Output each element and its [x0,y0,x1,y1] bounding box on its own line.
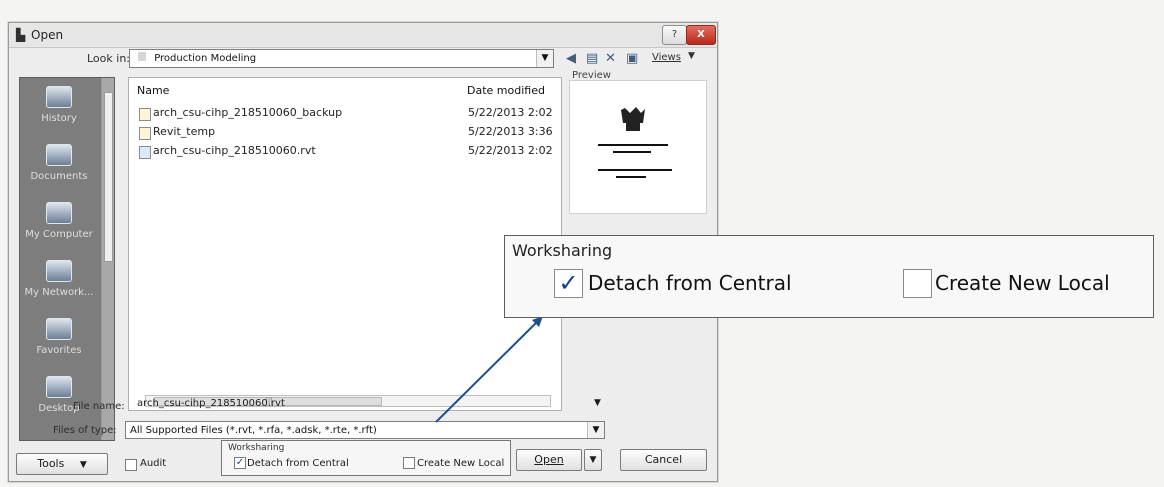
place-documents[interactable]: Documents [20,144,98,182]
look-in-value: Production Modeling [154,53,257,64]
callout-arrow [435,315,544,423]
place-label: My Computer [25,229,93,240]
tools-label: Tools [37,457,65,470]
look-in-label: Look in: [87,52,130,65]
worksharing-group: Worksharing ✓ Detach from Central Create… [221,440,511,476]
preview-text-line [616,176,646,178]
detach-from-central-checkbox[interactable]: ✓ [234,457,246,469]
views-menu[interactable]: Views [652,52,681,63]
close-button[interactable]: X [686,25,716,45]
file-date: 5/22/2013 2:02 PM [468,144,556,157]
callout-worksharing-title: Worksharing [512,241,613,260]
look-in-combo[interactable]: Production Modeling ▼ [129,49,554,68]
places-scroll-thumb[interactable] [104,92,113,262]
cancel-button[interactable]: Cancel [620,449,707,471]
place-label: My Network... [24,287,94,298]
name-column-header[interactable]: Name [137,84,169,97]
files-of-type-value: All Supported Files (*.rvt, *.rfa, *.ads… [130,425,377,436]
dialog-title: Open [31,28,64,42]
file-name-label: File name: [73,401,125,412]
callout-create-checkbox[interactable] [903,269,932,298]
back-icon[interactable]: ◀ [566,51,576,66]
preview-panel [569,80,707,214]
favorites-icon [46,318,72,340]
views-chevron-icon[interactable]: ▼ [688,51,695,61]
file-name-value: arch_csu-cihp_218510060.rvt [137,398,285,409]
up-folder-icon[interactable]: ▤ [586,51,598,66]
places-bar: History Documents My Computer My Network… [19,77,115,441]
revit-file-icon [139,146,151,159]
file-name-dropdown-icon[interactable]: ▼ [594,398,601,408]
place-label: History [41,113,77,124]
network-icon [46,260,72,282]
files-of-type-label: Files of type: [53,425,117,436]
file-name: Revit_temp [153,125,216,138]
documents-icon [46,144,72,166]
new-folder-icon[interactable]: ▣ [626,51,638,66]
place-my-computer[interactable]: My Computer [20,202,98,240]
file-name: arch_csu-cihp_218510060_backup [153,106,343,119]
file-row[interactable]: Revit_temp 5/22/2013 3:36 PM [137,124,557,142]
chevron-down-icon[interactable]: ▼ [536,50,553,67]
folder-icon [139,127,151,140]
preview-logo [621,107,645,131]
worksharing-title: Worksharing [228,443,285,453]
place-label: Documents [30,171,88,182]
callout-detach-label: Detach from Central [588,271,792,295]
preview-text-line [598,144,668,146]
place-history[interactable]: History [20,86,98,124]
delete-icon[interactable]: ✕ [605,51,616,66]
file-name: arch_csu-cihp_218510060.rvt [153,144,316,157]
app-icon: ▙ [16,28,26,42]
audit-label: Audit [140,458,167,469]
place-favorites[interactable]: Favorites [20,318,98,356]
preview-text-line [598,169,672,171]
callout-create-label: Create New Local [935,271,1110,295]
file-row[interactable]: arch_csu-cihp_218510060.rvt 5/22/2013 2:… [137,143,557,161]
tools-button[interactable]: Tools ▼ [16,453,108,475]
date-column-header[interactable]: Date modified [467,84,545,97]
file-row[interactable]: arch_csu-cihp_218510060_backup 5/22/2013… [137,105,557,123]
folder-icon [139,108,151,121]
look-in-folder-icon [138,52,146,61]
chevron-down-icon[interactable]: ▼ [587,422,604,438]
create-new-local-checkbox[interactable] [403,457,415,469]
callout-detach-checkbox[interactable]: ✓ [554,269,583,298]
place-my-network[interactable]: My Network... [20,260,98,298]
file-date: 5/22/2013 2:02 PM [468,106,556,119]
worksharing-callout: Worksharing ✓ Detach from Central Create… [504,235,1154,318]
help-button[interactable]: ? [662,25,687,45]
place-label: Favorites [36,345,82,356]
chevron-down-icon: ▼ [79,460,87,470]
detach-from-central-label: Detach from Central [247,458,349,469]
places-scrollbar[interactable] [101,78,114,440]
audit-checkbox[interactable] [125,459,137,471]
title-bar: ▙ Open ? X [9,23,717,48]
desktop-icon [46,376,72,398]
computer-icon [46,202,72,224]
open-button[interactable]: Open [516,449,582,471]
chevron-down-icon: ▼ [589,455,597,465]
create-new-local-label: Create New Local [417,458,505,469]
open-menu-button[interactable]: ▼ [584,449,602,471]
history-icon [46,86,72,108]
preview-text-line [613,151,651,153]
file-date: 5/22/2013 3:36 PM [468,125,556,138]
